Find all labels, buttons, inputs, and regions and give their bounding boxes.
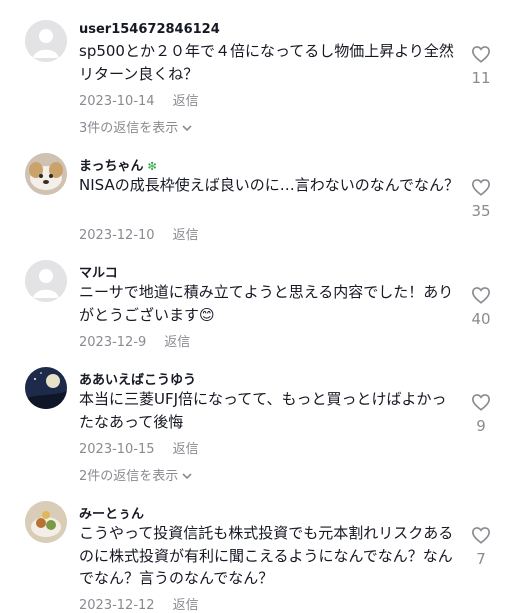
like-area: 35 [467, 178, 495, 220]
like-area: 9 [467, 393, 495, 435]
comment-username[interactable]: みーとぅん [79, 503, 144, 522]
comment-meta: 2023-10-14 返信 [79, 90, 199, 109]
comment-date: 2023-10-15 [79, 442, 155, 457]
heart-icon[interactable] [467, 45, 495, 67]
chevron-down-icon [182, 469, 192, 484]
reply-button[interactable]: 返信 [173, 442, 199, 457]
comment-text: NISAの成長枠使えば良いのに…言わないのなんでなん？ [79, 176, 459, 194]
view-replies-label: 3件の返信を表示 [79, 121, 179, 136]
reply-button[interactable]: 返信 [173, 228, 199, 243]
comment-date: 2023-12-9 [79, 335, 147, 350]
comment-username-row: まっちゃん ❇ [79, 155, 157, 174]
like-count: 11 [471, 69, 491, 87]
heart-icon[interactable] [467, 526, 495, 548]
heart-icon[interactable] [467, 286, 495, 308]
avatar-night[interactable] [25, 367, 67, 409]
comment-text: sp500とか２０年で４倍になってるし物価上昇より全然リターン良くね？ [79, 42, 454, 83]
food-avatar-icon [25, 501, 67, 543]
sparkle-badge-icon: ❇ [147, 160, 157, 173]
like-area: 11 [467, 45, 495, 87]
heart-icon[interactable] [467, 393, 495, 415]
like-count: 9 [476, 417, 486, 435]
comment-username[interactable]: user154672846124 [79, 22, 220, 37]
like-count: 40 [471, 310, 491, 328]
view-replies-button[interactable]: 2件の返信を表示 [79, 465, 192, 484]
avatar-dog[interactable] [25, 153, 67, 195]
chevron-down-icon [182, 121, 192, 136]
default-user-icon [25, 260, 67, 302]
comment-username[interactable]: マルコ [79, 262, 118, 281]
comment-meta: 2023-12-9 返信 [79, 331, 190, 350]
dog-avatar-icon [25, 153, 67, 195]
default-user-icon [25, 20, 67, 62]
like-count: 35 [471, 202, 491, 220]
like-count: 7 [476, 550, 486, 568]
comment-text: 本当に三菱UFJ倍になってて、もっと買っとけばよかったなあって後悔 [79, 390, 447, 431]
comment-text: こうやって投資信託も株式投資でも元本割れリスクあるのに株式投資が有利に聞こえるよ… [79, 524, 454, 587]
comment-meta: 2023-12-10 返信 [79, 224, 199, 243]
like-area: 40 [467, 286, 495, 328]
comment-username[interactable]: ああいえばこうゆう [79, 369, 196, 388]
like-area: 7 [467, 526, 495, 568]
view-replies-label: 2件の返信を表示 [79, 469, 179, 484]
avatar-default[interactable] [25, 260, 67, 302]
comment-date: 2023-12-10 [79, 228, 155, 243]
reply-button[interactable]: 返信 [164, 335, 190, 350]
comment-meta: 2023-12-12 返信 [79, 594, 199, 613]
comment-text: ニーサで地道に積み立てようと思える内容でした！ありがとうございます😊 [79, 283, 454, 324]
avatar-food[interactable] [25, 501, 67, 543]
comment-meta: 2023-10-15 返信 [79, 438, 199, 457]
comment-date: 2023-10-14 [79, 94, 155, 109]
comment-username[interactable]: まっちゃん [79, 159, 143, 174]
view-replies-button[interactable]: 3件の返信を表示 [79, 117, 192, 136]
heart-icon[interactable] [467, 178, 495, 200]
reply-button[interactable]: 返信 [173, 94, 199, 109]
night-sky-avatar-icon [25, 367, 67, 409]
avatar-default[interactable] [25, 20, 67, 62]
